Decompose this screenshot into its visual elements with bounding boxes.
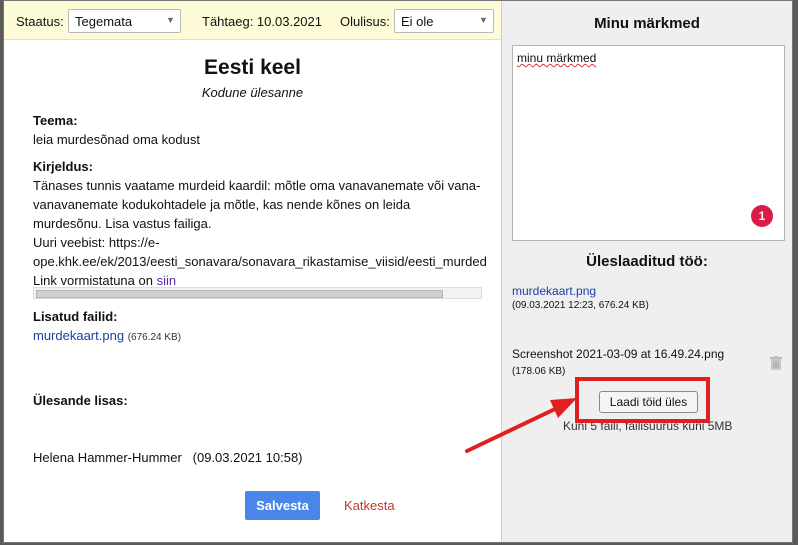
highlight-box [575,377,710,423]
description-line: murdesõnu. Lisa vastus failiga. [33,216,212,231]
horizontal-scrollbar[interactable] [33,287,482,299]
uploaded-file-meta: (09.03.2021 12:23, 676.24 KB) [512,300,649,311]
added-by-heading: Ülesande lisas: [33,393,128,408]
files-section: Lisatud failid: murdekaart.png (676.24 K… [33,307,488,347]
notes-panel: Minu märkmed minu märkmed 1 Üleslaaditud… [501,1,792,542]
topic-text: leia murdesõnad oma kodust [33,132,200,147]
description-line: Uuri veebist: https://e- [33,235,160,250]
uploaded-file-link[interactable]: murdekaart.png [512,284,596,298]
uploaded-title: Üleslaaditud töö: [586,253,708,270]
description-line: vanavanemate kodukohtadele ja mõtle, kas… [33,197,411,212]
screenshot-file-name: Screenshot 2021-03-09 at 16.49.24.png [512,347,725,361]
task-panel: Staatus: Tegemata ▼ Tähtaeg: 10.03.2021 … [4,1,501,542]
status-select[interactable]: Tegemata ▼ [68,9,181,33]
priority-select[interactable]: Ei ole ▼ [394,9,494,33]
notes-textarea[interactable]: minu märkmed [512,45,785,241]
status-bar: Staatus: Tegemata ▼ Tähtaeg: 10.03.2021 … [4,1,501,40]
notes-text: minu märkmed [517,51,597,65]
chevron-down-icon: ▼ [479,15,488,25]
attached-file-link[interactable]: murdekaart.png [33,328,124,343]
topic-section: Teema: leia murdesõnad oma kodust [33,111,488,149]
files-heading: Lisatud failid: [33,309,118,324]
screenshot-file-size: (178.06 KB) [512,366,566,377]
trash-icon[interactable] [770,356,782,371]
added-by-section: Ülesande lisas: Helena Hammer-Hummer (09… [33,353,488,505]
scrollbar-thumb[interactable] [36,290,443,298]
description-line: ope.khk.ee/ek/2013/eesti_sonavara/sonava… [33,254,487,269]
description-line: Tänases tunnis vaatame murdeid kaardil: … [33,178,481,193]
priority-value: Ei ole [401,14,434,29]
notification-badge: 1 [751,205,773,227]
attached-file-size: (676.24 KB) [127,332,182,343]
status-label: Staatus: [16,14,64,29]
priority-label: Olulisus: [340,14,390,29]
added-by-text: Helena Hammer-Hummer (09.03.2021 10:58) [33,450,303,465]
description-heading: Kirjeldus: [33,159,93,174]
notes-title: Minu märkmed [594,15,700,32]
status-value: Tegemata [75,14,133,29]
link-prefix: Link vormistatuna on [33,273,157,288]
cancel-button[interactable]: Katkesta [344,498,395,513]
chevron-down-icon: ▼ [166,15,175,25]
task-dialog: Staatus: Tegemata ▼ Tähtaeg: 10.03.2021 … [3,0,793,543]
description-link[interactable]: siin [157,273,177,288]
task-subtitle: Kodune ülesanne [201,85,304,100]
task-title: Eesti keel [204,56,301,79]
save-button[interactable]: Salvesta [245,491,320,520]
description-section: Kirjeldus: Tänases tunnis vaatame murdei… [33,157,488,290]
deadline: Tähtaeg: 10.03.2021 [202,14,322,29]
topic-heading: Teema: [33,113,78,128]
